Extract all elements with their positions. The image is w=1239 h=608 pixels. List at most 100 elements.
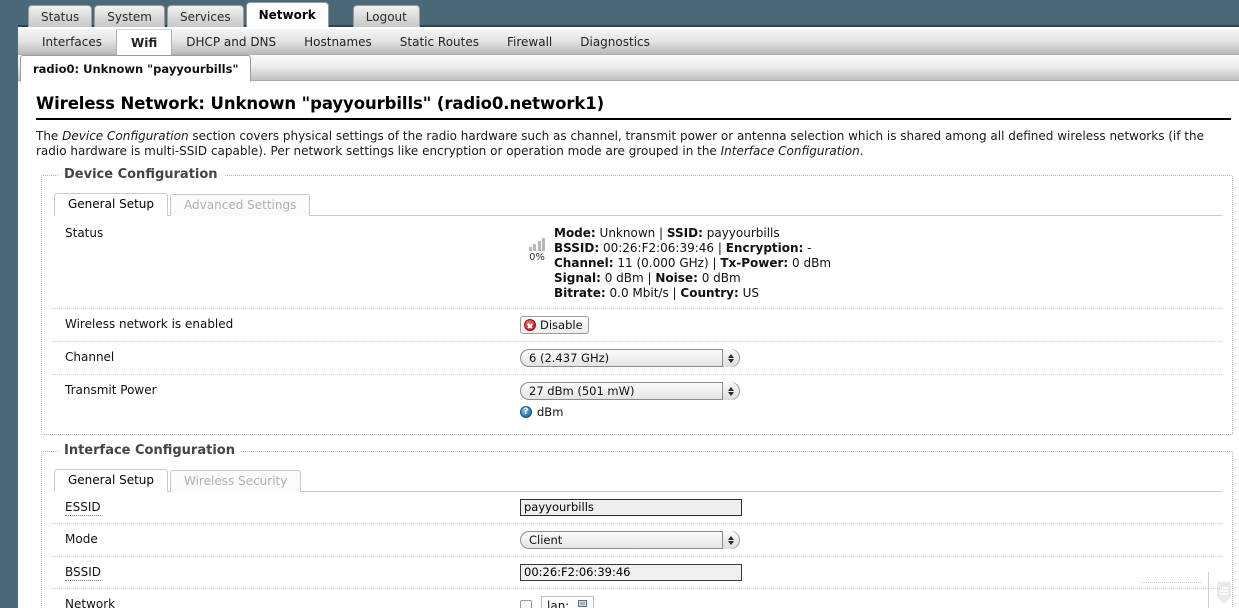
device-tab-general-setup[interactable]: General Setup xyxy=(54,193,169,216)
row-channel-field: 6 (2.437 GHz) xyxy=(520,349,1222,367)
row-network-label: Network xyxy=(65,597,116,608)
chevron-updown-icon xyxy=(722,349,739,367)
row-bssid-label: BSSID xyxy=(52,564,520,581)
radio-tab-label: radio0: Unknown "payyourbills" xyxy=(33,61,239,76)
radio-tab-radio0[interactable]: radio0: Unknown "payyourbills" xyxy=(20,55,252,82)
interface-tab-wireless-security[interactable]: Wireless Security xyxy=(170,470,302,492)
essid-input[interactable]: payyourbills xyxy=(520,499,742,516)
row-essid-label: ESSID xyxy=(52,499,520,516)
interface-tab-wireless-security-label: Wireless Security xyxy=(184,474,288,488)
row-wireless-enabled-field: Disable xyxy=(520,316,1222,334)
row-wireless-enabled: Wireless network is enabled Disable xyxy=(52,309,1222,342)
desc-text-2: section covers physical settings of the … xyxy=(36,129,1205,158)
transmit-power-unit-label: dBm xyxy=(537,405,564,419)
row-status-label: Status xyxy=(65,226,104,240)
status-line-mode: Mode: Unknown | SSID: payyourbills xyxy=(554,226,831,241)
tab-logout[interactable]: Logout xyxy=(352,5,420,27)
subtab-diagnostics[interactable]: Diagnostics xyxy=(566,29,664,55)
browser-page: Status System Services Network Logout In… xyxy=(0,0,1239,608)
disable-button-label: Disable xyxy=(540,318,583,332)
tab-system[interactable]: System xyxy=(94,5,165,27)
secondary-tab-bar: Interfaces Wifi DHCP and DNS Hostnames S… xyxy=(28,29,664,55)
interface-configuration-fieldset: Interface Configuration General Setup Wi… xyxy=(41,443,1233,608)
transmit-power-unit-hint: ? dBm xyxy=(520,405,1222,419)
row-bssid-field: 00:26:F2:06:39:46 xyxy=(520,564,1222,581)
interface-tab-general-setup[interactable]: General Setup xyxy=(54,469,169,492)
channel-select[interactable]: 6 (2.437 GHz) xyxy=(520,349,740,367)
row-bssid: BSSID 00:26:F2:06:39:46 xyxy=(52,557,1222,589)
ethernet-icon xyxy=(578,599,588,608)
row-wireless-enabled-label: Wireless network is enabled xyxy=(65,317,234,331)
row-essid-label-text: ESSID xyxy=(65,500,101,516)
tab-services[interactable]: Services xyxy=(167,5,244,27)
status-key-channel: Channel: xyxy=(554,256,614,270)
subtab-diagnostics-label: Diagnostics xyxy=(580,35,650,49)
row-transmit-power-field: 27 dBm (501 mW) ? dBm xyxy=(520,382,1222,419)
primary-tab-bar: Status System Services Network Logout xyxy=(28,2,420,27)
status-key-ssid: SSID: xyxy=(666,226,703,240)
row-status-field: 0% Mode: Unknown | SSID: payyourbills BS… xyxy=(520,225,1222,301)
subtab-dhcp-and-dns[interactable]: DHCP and DNS xyxy=(172,29,290,55)
status-line-bssid: BSSID: 00:26:F2:06:39:46 | Encryption: - xyxy=(554,241,831,256)
chevron-updown-icon xyxy=(722,382,739,400)
device-configuration-fieldset: Device Configuration General Setup Advan… xyxy=(41,167,1233,435)
status-val-ssid: payyourbills xyxy=(702,226,780,240)
subtab-firewall[interactable]: Firewall xyxy=(493,29,566,55)
desc-emphasis-device-configuration: Device Configuration xyxy=(62,129,189,143)
device-tab-general-setup-label: General Setup xyxy=(68,197,155,211)
subtab-wifi[interactable]: Wifi xyxy=(115,29,173,55)
subtab-static-routes[interactable]: Static Routes xyxy=(386,29,493,55)
interface-configuration-tab-bar: General Setup Wireless Security xyxy=(54,469,1222,492)
status-val-bitrate: 0.0 Mbit/s | xyxy=(605,286,681,300)
tab-services-label: Services xyxy=(180,9,231,24)
device-configuration-tab-bar: General Setup Advanced Settings xyxy=(54,193,1222,216)
status-key-noise: Noise: xyxy=(655,271,698,285)
mode-select[interactable]: Client xyxy=(520,531,740,549)
status-key-txpower: Tx-Power: xyxy=(720,256,789,270)
status-line-bitrate: Bitrate: 0.0 Mbit/s | Country: US xyxy=(554,286,831,301)
disable-button[interactable]: Disable xyxy=(520,316,589,334)
status-val-bssid: 00:26:F2:06:39:46 | xyxy=(599,241,726,255)
status-val-mode: Unknown | xyxy=(595,226,667,240)
status-line-channel: Channel: 11 (0.000 GHz) | Tx-Power: 0 dB… xyxy=(554,256,831,271)
interface-tab-general-setup-label: General Setup xyxy=(68,473,155,487)
status-line-signal: Signal: 0 dBm | Noise: 0 dBm xyxy=(554,271,831,286)
device-tab-advanced-settings[interactable]: Advanced Settings xyxy=(170,194,311,216)
network-option-lan[interactable]: lan: xyxy=(541,596,595,608)
essid-input-value: payyourbills xyxy=(524,500,594,514)
help-icon[interactable]: ? xyxy=(520,406,532,418)
panel-right-divider xyxy=(1208,572,1209,608)
row-transmit-power-label: Transmit Power xyxy=(65,383,157,397)
tab-network[interactable]: Network xyxy=(245,2,329,27)
page-title: Wireless Network: Unknown "payyourbills"… xyxy=(36,94,605,113)
status-key-bssid: BSSID: xyxy=(554,241,600,255)
tab-status[interactable]: Status xyxy=(28,5,93,27)
subtab-interfaces-label: Interfaces xyxy=(42,35,102,49)
network-checkbox[interactable] xyxy=(520,600,532,608)
signal-strength-icon: 0% xyxy=(520,225,554,263)
row-transmit-power: Transmit Power 27 dBm (501 mW) ? dBm xyxy=(52,375,1222,426)
device-configuration-legend: Device Configuration xyxy=(58,167,224,182)
device-configuration-body: General Setup Advanced Settings Status 0… xyxy=(42,176,1232,434)
transmit-power-select[interactable]: 27 dBm (501 mW) xyxy=(520,382,740,400)
row-mode: Mode Client xyxy=(52,524,1222,557)
status-val-encryption: - xyxy=(803,241,812,255)
subtab-static-routes-label: Static Routes xyxy=(399,35,479,49)
device-tab-advanced-settings-label: Advanced Settings xyxy=(184,198,297,212)
row-bssid-label-text: BSSID xyxy=(65,565,102,581)
resize-grip-icon[interactable] xyxy=(1213,580,1235,606)
row-channel-label: Channel xyxy=(65,350,115,364)
signal-percent-label: 0% xyxy=(529,252,545,263)
status-val-txpower: 0 dBm xyxy=(788,256,832,270)
subtab-hostnames[interactable]: Hostnames xyxy=(290,29,386,55)
chevron-updown-icon xyxy=(722,531,739,549)
subtab-interfaces[interactable]: Interfaces xyxy=(28,29,116,55)
subtab-hostnames-label: Hostnames xyxy=(304,35,372,49)
status-key-encryption: Encryption: xyxy=(725,241,804,255)
radio-tab-bar: radio0: Unknown "payyourbills" xyxy=(20,55,252,82)
network-option-lan-label: lan: xyxy=(547,599,570,608)
bssid-input[interactable]: 00:26:F2:06:39:46 xyxy=(520,564,742,581)
status-detail-lines: Mode: Unknown | SSID: payyourbills BSSID… xyxy=(554,225,831,301)
row-essid: ESSID payyourbills xyxy=(52,492,1222,524)
panel-bottom-dotted-divider xyxy=(1141,582,1201,583)
